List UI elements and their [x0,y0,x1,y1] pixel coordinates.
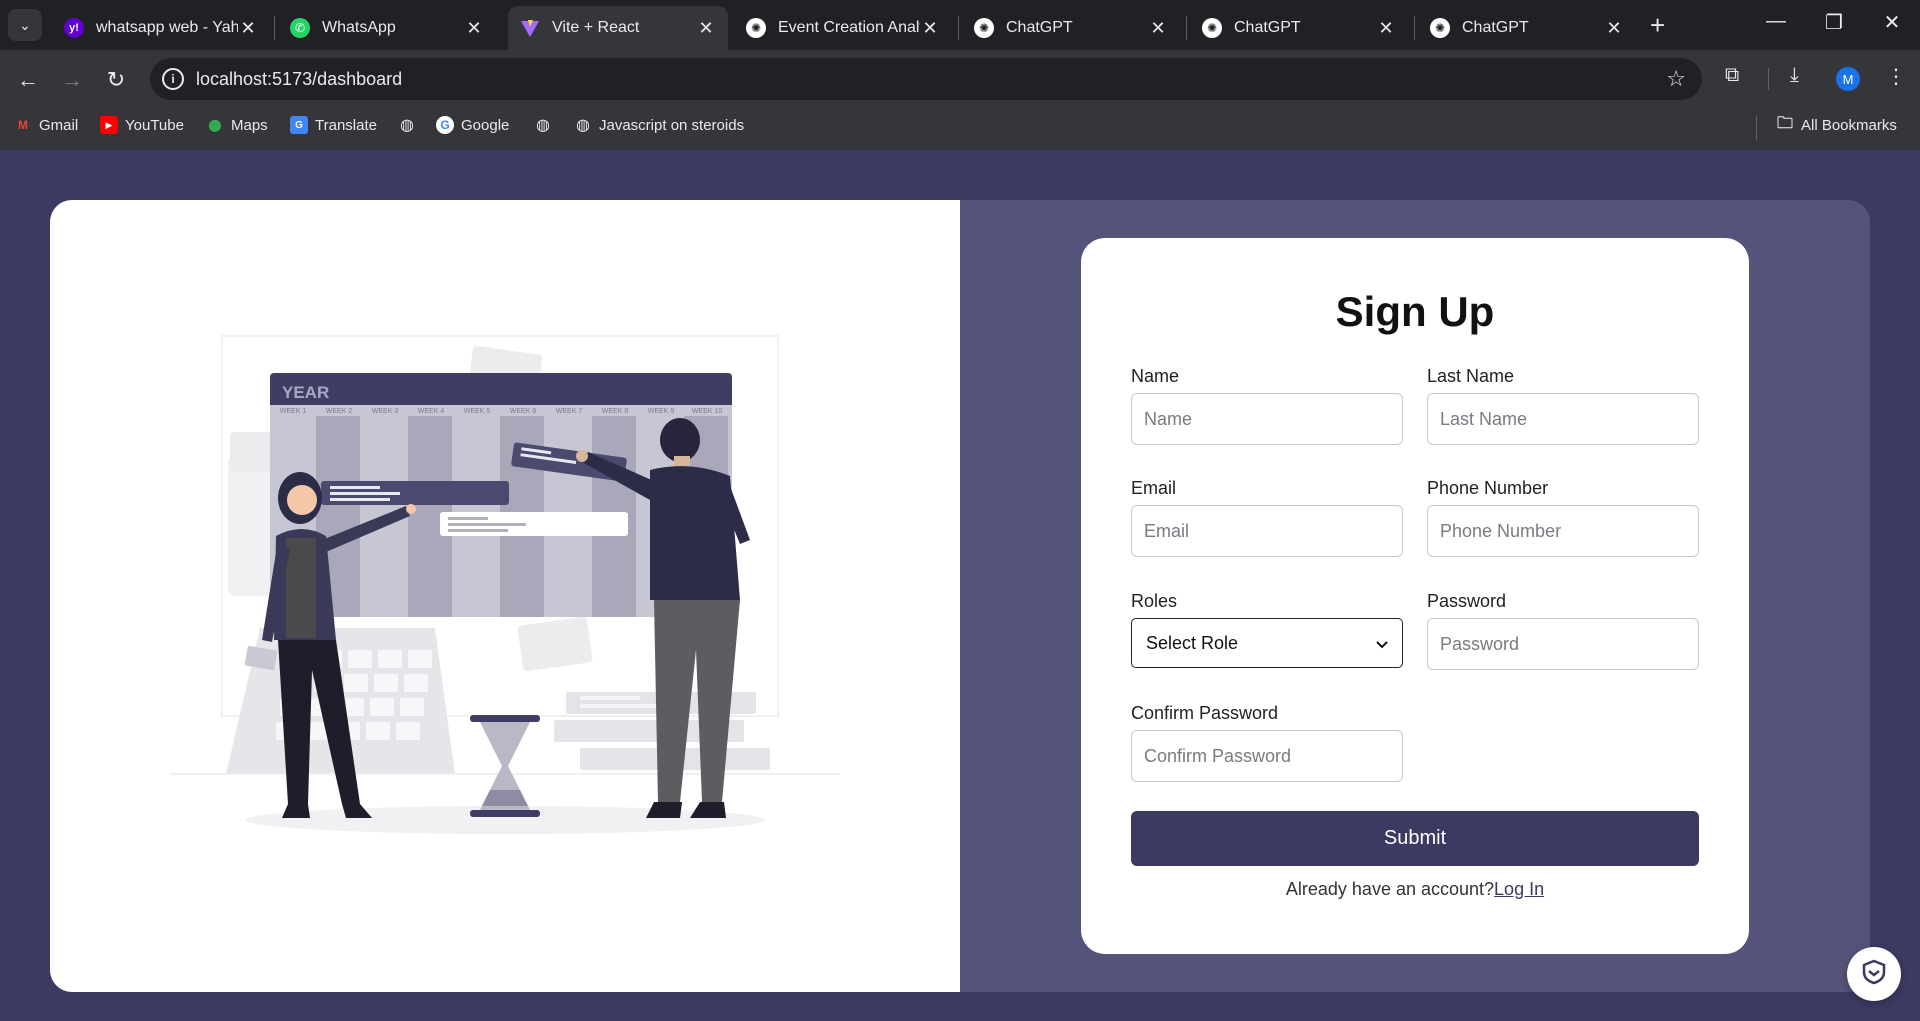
page-title: Sign Up [1335,288,1495,335]
url-text[interactable]: localhost:5173/dashboard [196,69,402,90]
chevron-down-icon [1376,633,1388,654]
address-bar[interactable]: i localhost:5173/dashboard ☆ [150,58,1702,100]
signup-form: Sign Up Name Last Name Email Phone Numbe… [1081,238,1749,954]
confirm-password-field[interactable] [1131,730,1403,782]
site-info-icon[interactable]: i [162,68,184,90]
close-icon[interactable]: ✕ [920,18,940,39]
chevron-down-icon: ⌄ [19,16,31,33]
reload-icon[interactable]: ↻ [100,64,132,96]
bookmark-translate[interactable]: G Translate [290,116,377,134]
globe-icon: ◍ [536,117,550,134]
roles-label: Roles [1131,591,1178,611]
yahoo-icon: y! [64,18,84,38]
week-label: WEEK 2 [326,408,353,415]
roles-select[interactable]: Select Role [1131,618,1403,668]
name-input[interactable] [1131,393,1403,445]
login-prompt: Already have an account?Log In [1081,879,1749,900]
week-label: WEEK 7 [556,408,583,415]
password-label: Password [1427,591,1507,611]
bookmark-maps[interactable]: ⬤ Maps [206,116,267,134]
login-link[interactable]: Log In [1494,879,1544,899]
back-arrow-icon[interactable]: ← [12,64,44,96]
week-label: WEEK 5 [464,408,491,415]
week-label: WEEK 1 [280,408,307,415]
have-account-text: Already have an account? [1285,879,1495,899]
download-icon[interactable]: ⤓ [1790,64,1799,87]
bookmark-globe-2[interactable]: ◍ [534,116,559,134]
password-field[interactable] [1427,618,1699,670]
maps-icon: ⬤ [208,118,222,132]
bookmark-youtube[interactable]: ▶ YouTube [100,116,184,134]
tab-whatsapp-web-yahoo[interactable]: y! whatsapp web - Yaho ✕ [52,6,270,50]
last-name-label: Last Name [1427,366,1515,386]
tab-chatgpt-2[interactable]: ✺ ChatGPT ✕ [1190,6,1408,50]
restore-icon[interactable]: ❐ [1814,10,1854,35]
last-name-input[interactable] [1427,393,1699,445]
illustration-panel: YEAR WEEK 1 WEEK 2 WEEK 3 WEEK 4 WEEK 5 … [50,200,960,992]
phone-field[interactable] [1427,505,1699,557]
tab-search-button[interactable]: ⌄ [8,9,42,41]
submit-button[interactable]: Submit [1131,811,1699,866]
forward-arrow-icon[interactable]: → [56,64,88,96]
tab-chatgpt-1[interactable]: ✺ ChatGPT ✕ [962,6,1180,50]
close-window-icon[interactable]: ✕ [1872,10,1912,35]
tab-whatsapp[interactable]: ✆ WhatsApp ✕ [278,6,496,50]
chatgpt-icon: ✺ [1202,18,1222,38]
signup-card: YEAR WEEK 1 WEEK 2 WEEK 3 WEEK 4 WEEK 5 … [50,200,1870,992]
shield-icon [1861,959,1887,990]
close-icon[interactable]: ✕ [1148,18,1168,39]
gmail-icon: M [18,118,28,132]
tab-strip: ⌄ y! whatsapp web - Yaho ✕ ✆ WhatsApp ✕ … [0,0,1920,50]
bookmark-globe-1[interactable]: ◍ [398,116,423,134]
week-label: WEEK 3 [372,408,399,415]
translate-icon: G [290,116,308,134]
google-icon: G [436,116,454,134]
close-icon[interactable]: ✕ [1604,18,1624,39]
extensions-icon[interactable]: ⧉ [1725,64,1739,87]
avatar[interactable]: M [1836,67,1860,91]
week-label: WEEK 8 [602,408,629,415]
week-label: WEEK 6 [510,408,537,415]
folder-icon: 🗀 [1776,114,1793,132]
more-menu-icon[interactable]: ⋮ [1886,64,1906,89]
new-tab-button[interactable]: + [1650,12,1665,38]
bookmark-javascript-on-steroids[interactable]: ◍ Javascript on steroids [574,116,744,135]
close-icon[interactable]: ✕ [238,18,258,39]
page-background: YEAR WEEK 1 WEEK 2 WEEK 3 WEEK 4 WEEK 5 … [0,150,1920,1021]
name-label: Name [1131,366,1180,386]
globe-icon: ◍ [576,117,590,134]
close-icon[interactable]: ✕ [464,18,484,39]
email-label: Email [1131,478,1177,498]
whatsapp-icon: ✆ [290,18,310,38]
bookmark-gmail[interactable]: M Gmail [14,116,78,134]
board-title: YEAR [282,383,329,402]
chatgpt-icon: ✺ [746,18,766,38]
week-label: WEEK 10 [692,408,722,415]
tab-event-creation[interactable]: ✺ Event Creation Analy ✕ [734,6,952,50]
confirm-password-label: Confirm Password [1131,703,1279,723]
chatgpt-icon: ✺ [1430,18,1450,38]
phone-label: Phone Number [1427,478,1549,498]
youtube-icon: ▶ [100,116,118,134]
planning-illustration: YEAR WEEK 1 WEEK 2 WEEK 3 WEEK 4 WEEK 5 … [170,335,840,834]
email-field[interactable] [1131,505,1403,557]
vite-icon [520,18,540,38]
week-label: WEEK 4 [418,408,445,415]
close-icon[interactable]: ✕ [696,18,716,39]
week-label: WEEK 9 [648,408,675,415]
bookmarks-bar: M Gmail ▶ YouTube ⬤ Maps G Translate ◍ G… [0,108,1920,150]
bookmark-star-icon[interactable]: ☆ [1666,66,1686,92]
chatgpt-icon: ✺ [974,18,994,38]
browser-toolbar: ← → ↻ i localhost:5173/dashboard ☆ [0,50,1920,108]
tab-chatgpt-3[interactable]: ✺ ChatGPT ✕ [1418,6,1636,50]
bookmark-google[interactable]: G Google [436,116,509,134]
all-bookmarks[interactable]: 🗀 All Bookmarks [1776,114,1897,134]
close-icon[interactable]: ✕ [1376,18,1396,39]
tab-vite-react[interactable]: Vite + React ✕ [508,6,728,50]
help-widget-button[interactable] [1847,947,1901,1001]
roles-selected-value: Select Role [1146,632,1239,653]
globe-icon: ◍ [400,117,414,134]
minimize-icon[interactable]: — [1756,10,1796,33]
